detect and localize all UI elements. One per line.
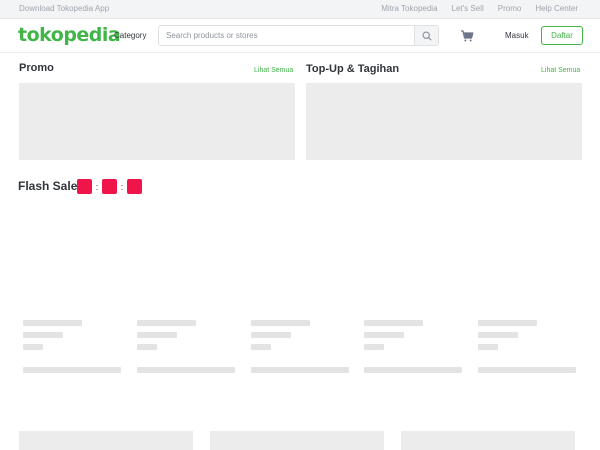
topup-title: Top-Up & Tagihan: [306, 63, 400, 75]
register-button[interactable]: Daftar: [541, 26, 583, 45]
search-icon: [421, 30, 432, 41]
skeleton-line: [364, 344, 384, 350]
search-input[interactable]: Search products or stores: [166, 31, 258, 40]
top-links: Mitra Tokopedia Let's Sell Promo Help Ce…: [381, 4, 578, 13]
category-menu[interactable]: Category: [114, 31, 146, 40]
skeleton-line: [137, 320, 196, 326]
skeleton-line: [478, 367, 576, 373]
top-strip: Download Tokopedia App Mitra Tokopedia L…: [0, 0, 600, 19]
promo-banner-placeholder[interactable]: [19, 83, 295, 160]
login-button[interactable]: Masuk: [505, 31, 529, 40]
countdown-minutes: [102, 179, 117, 194]
skeleton-line: [23, 367, 121, 373]
skeleton-line: [23, 320, 82, 326]
skeleton-line: [364, 332, 404, 338]
top-link-promo[interactable]: Promo: [498, 4, 522, 13]
flash-sale-countdown: : :: [77, 179, 142, 194]
bottom-card-placeholder[interactable]: [401, 431, 575, 450]
promo-title: Promo: [19, 62, 54, 74]
skeleton-line: [23, 344, 43, 350]
tokopedia-logo[interactable]: tokopedia: [18, 24, 121, 46]
skeleton-line: [478, 332, 518, 338]
bottom-card-placeholder[interactable]: [19, 431, 193, 450]
skeleton-line: [137, 332, 177, 338]
search-bar[interactable]: Search products or stores: [158, 25, 439, 46]
skeleton-line: [137, 367, 235, 373]
countdown-seconds: [127, 179, 142, 194]
bottom-card-placeholder[interactable]: [210, 431, 384, 450]
skeleton-line: [251, 344, 271, 350]
top-link-mitra[interactable]: Mitra Tokopedia: [381, 4, 437, 13]
topup-see-all-link[interactable]: Lihat Semua: [541, 67, 580, 74]
top-link-help-center[interactable]: Help Center: [535, 4, 578, 13]
skeleton-line: [478, 320, 537, 326]
countdown-separator: :: [95, 181, 99, 192]
top-link-lets-sell[interactable]: Let's Sell: [452, 4, 484, 13]
skeleton-line: [364, 367, 462, 373]
download-app-link[interactable]: Download Tokopedia App: [19, 4, 109, 13]
skeleton-line: [23, 332, 63, 338]
promo-see-all-link[interactable]: Lihat Semua: [254, 67, 293, 74]
skeleton-line: [251, 332, 291, 338]
skeleton-line: [137, 344, 157, 350]
flash-sale-title: Flash Sale: [18, 179, 78, 193]
main-header: tokopedia Category Search products or st…: [0, 19, 600, 53]
skeleton-line: [364, 320, 423, 326]
skeleton-line: [251, 367, 349, 373]
countdown-separator: :: [120, 181, 124, 192]
countdown-hours: [77, 179, 92, 194]
skeleton-line: [478, 344, 498, 350]
topup-widget-placeholder[interactable]: [306, 83, 582, 160]
cart-icon[interactable]: [460, 29, 474, 43]
search-button[interactable]: [414, 26, 438, 45]
skeleton-line: [251, 320, 310, 326]
